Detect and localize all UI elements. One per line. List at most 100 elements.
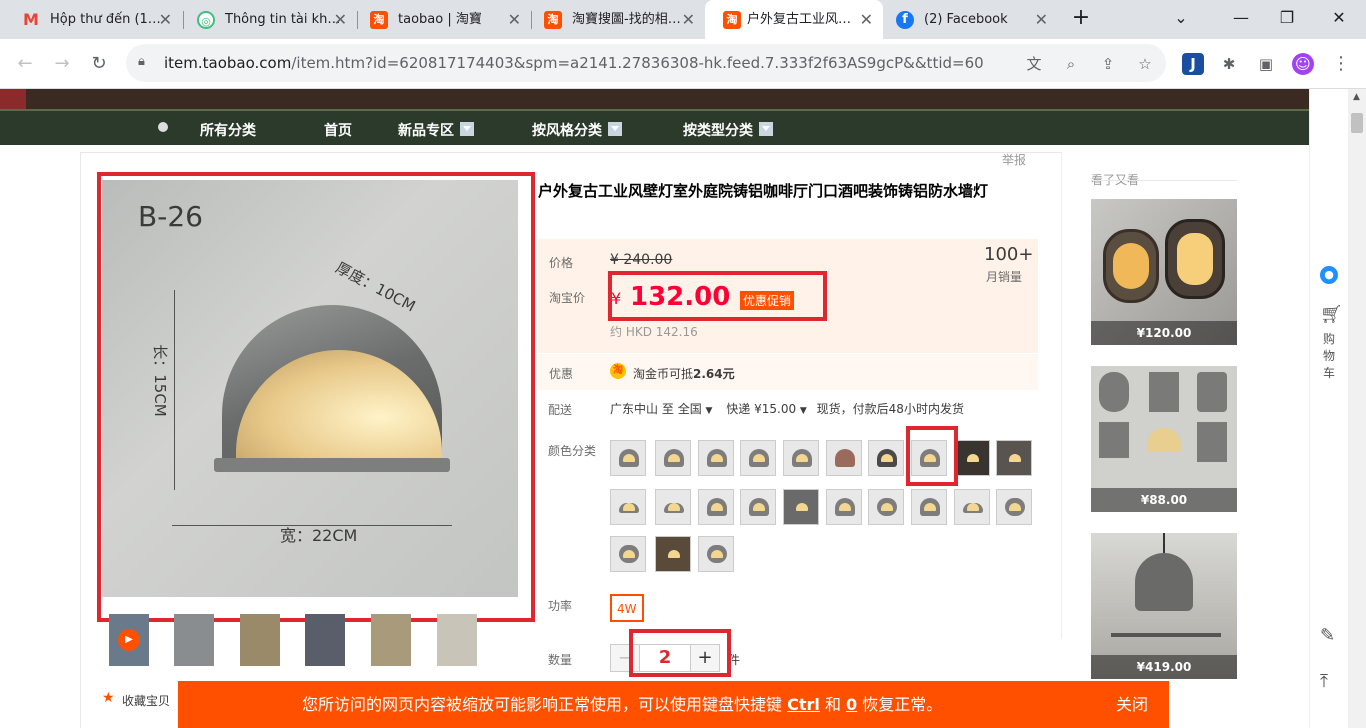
extension-j-icon[interactable]: J	[1182, 53, 1204, 75]
recommend-price: ¥88.00	[1091, 488, 1237, 512]
close-banner-button[interactable]: 关闭	[1116, 681, 1148, 728]
share-icon[interactable]: ⇪	[1097, 53, 1119, 75]
color-option[interactable]	[783, 440, 819, 476]
reload-icon[interactable]: ↻	[82, 47, 116, 81]
url-text[interactable]: item.taobao.com/item.htm?id=620817174403…	[164, 44, 984, 82]
monthly-sales-count: 100+	[984, 244, 1034, 265]
highlight-quantity	[629, 629, 731, 677]
color-option[interactable]	[911, 489, 947, 525]
extensions-puzzle-icon[interactable]: ✱	[1218, 53, 1240, 75]
color-option[interactable]	[868, 489, 904, 525]
thumbnail-video[interactable]: ▶	[109, 614, 149, 666]
taobao-price-label: 淘宝价	[549, 291, 586, 305]
ship-destination-select[interactable]: 全国 ▼	[678, 402, 713, 416]
close-tab-icon[interactable]: ✕	[860, 0, 873, 39]
color-option[interactable]	[610, 440, 646, 476]
right-sidebar: ● 🛒︎ 购物车 ✎ ⤒	[1309, 89, 1348, 728]
close-tab-icon[interactable]: ✕	[334, 0, 347, 39]
chat-bubble-icon[interactable]: ●	[1320, 266, 1338, 284]
thumbnail-4[interactable]	[371, 614, 411, 666]
scroll-up-icon[interactable]: ▲	[1353, 92, 1360, 102]
page-scrollbar[interactable]: ▲	[1348, 89, 1366, 728]
bookmark-star-icon[interactable]: ☆	[1134, 53, 1156, 75]
tab-taobao-image-search[interactable]: 淘 淘寶搜圖-找的相… ✕	[522, 0, 705, 39]
scroll-thumb[interactable]	[1351, 113, 1363, 133]
color-option[interactable]	[698, 536, 734, 572]
lock-icon: 🔒︎	[138, 54, 145, 69]
color-option[interactable]	[868, 440, 904, 476]
minimize-icon[interactable]: —	[1218, 0, 1264, 39]
forward-icon[interactable]: →	[45, 47, 79, 81]
tab-search-icon[interactable]: ⌄	[1158, 0, 1204, 39]
color-option[interactable]	[698, 489, 734, 525]
nav-all-categories[interactable]: 所有分类	[200, 120, 256, 140]
profile-avatar[interactable]: ☺	[1292, 53, 1314, 75]
cart-icon[interactable]: 🛒︎	[1320, 304, 1343, 325]
power-label: 功率	[548, 599, 573, 613]
color-option[interactable]	[954, 489, 990, 525]
color-option[interactable]	[826, 489, 862, 525]
color-option[interactable]	[996, 440, 1032, 476]
recommend-divider	[1091, 180, 1237, 181]
nav-by-type[interactable]: 按类型分类	[683, 120, 773, 140]
recommend-item[interactable]: ¥88.00	[1091, 366, 1237, 512]
zoom-icon[interactable]: ⌕	[1060, 53, 1082, 75]
tab-product[interactable]: 淘 户外复古工业风… ✕	[705, 0, 883, 39]
recommend-item[interactable]: ¥419.00	[1091, 533, 1237, 679]
nav-by-style[interactable]: 按风格分类	[532, 120, 622, 140]
close-tab-icon[interactable]: ✕	[1035, 0, 1048, 39]
nav-home[interactable]: 首页	[324, 120, 352, 140]
color-option[interactable]	[826, 440, 862, 476]
color-option[interactable]	[698, 440, 734, 476]
power-option-selected[interactable]: 4W	[610, 594, 644, 622]
color-option[interactable]	[655, 536, 691, 572]
side-panel-icon[interactable]: ▣	[1255, 53, 1277, 75]
cart-label[interactable]: 购物车	[1323, 331, 1337, 382]
caret-down-icon: ▼	[799, 406, 807, 416]
close-tab-icon[interactable]: ✕	[682, 0, 695, 39]
close-tab-icon[interactable]: ✕	[508, 0, 521, 39]
translate-icon[interactable]: 文	[1023, 53, 1045, 75]
close-tab-icon[interactable]: ✕	[159, 0, 172, 39]
tab-account[interactable]: ◎ Thông tin tài kh… ✕	[175, 0, 357, 39]
color-option[interactable]	[783, 489, 819, 525]
color-option[interactable]	[740, 440, 776, 476]
color-option[interactable]	[610, 489, 646, 525]
thumbnail-5[interactable]	[437, 614, 477, 666]
favorite-link[interactable]: 收藏宝贝	[122, 692, 170, 709]
color-option[interactable]	[655, 440, 691, 476]
tab-facebook[interactable]: f (2) Facebook ✕	[874, 0, 1058, 39]
nav-new-arrivals[interactable]: 新品专区	[398, 120, 474, 140]
thumbnail-1[interactable]	[174, 614, 214, 666]
promotion-label: 优惠	[549, 367, 574, 381]
price-label: 价格	[549, 256, 574, 270]
color-option[interactable]	[655, 489, 691, 525]
browser-toolbar: ← → ↻ 🔒︎ item.taobao.com/item.htm?id=620…	[0, 39, 1366, 89]
address-bar[interactable]: 🔒︎ item.taobao.com/item.htm?id=620817174…	[126, 44, 1166, 82]
tab-taobao[interactable]: 淘 taobao | 淘寶 ✕	[348, 0, 531, 39]
back-to-top-icon[interactable]: ⤒	[1320, 671, 1328, 692]
recommend-item[interactable]: ¥120.00	[1091, 199, 1237, 345]
thumbnail-3[interactable]	[305, 614, 345, 666]
recommend-price: ¥120.00	[1091, 321, 1237, 345]
back-icon[interactable]: ←	[8, 47, 42, 81]
menu-kebab-icon[interactable]: ⋮	[1330, 53, 1352, 75]
color-option[interactable]	[610, 536, 646, 572]
edit-pen-icon[interactable]: ✎	[1320, 625, 1335, 646]
shipping-label: 配送	[548, 403, 573, 417]
tab-gmail[interactable]: M Hộp thư đến (1… ✕	[0, 0, 182, 39]
star-icon: ★	[102, 690, 115, 706]
report-link[interactable]: 举报	[1002, 151, 1026, 168]
color-option[interactable]	[740, 489, 776, 525]
ship-method-select[interactable]: 快递 ¥15.00 ▼	[726, 402, 807, 416]
color-option[interactable]	[996, 489, 1032, 525]
product-title: 户外复古工业风壁灯室外庭院铸铝咖啡厅门口酒吧装饰铸铝防水墙灯	[538, 182, 989, 200]
chevron-down-icon	[608, 122, 622, 136]
close-window-icon[interactable]: ✕	[1316, 0, 1362, 39]
color-option[interactable]	[954, 440, 990, 476]
restore-icon[interactable]: ❐	[1264, 0, 1310, 39]
thumbnail-2[interactable]	[240, 614, 280, 666]
highlight-selected-color	[906, 426, 958, 486]
hkd-price: 约 HKD 142.16	[610, 325, 698, 339]
new-tab-button[interactable]: +	[1058, 0, 1104, 39]
